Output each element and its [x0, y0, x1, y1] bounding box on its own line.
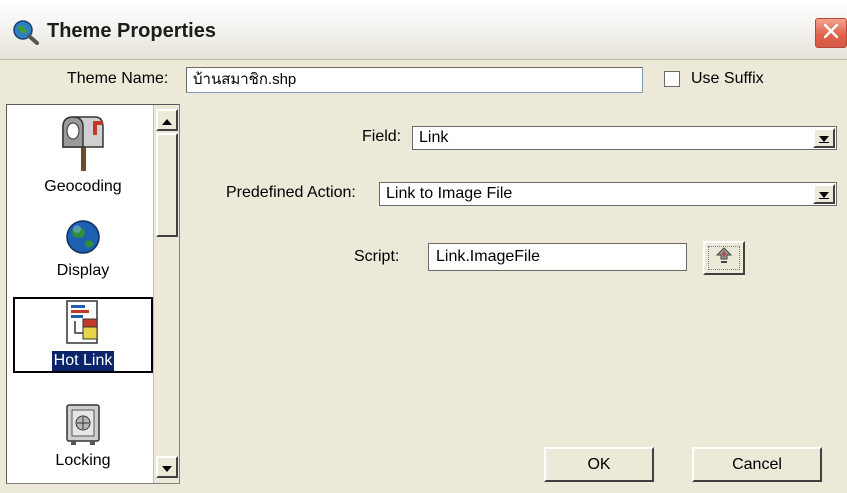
title-bar: Theme Properties	[0, 0, 847, 60]
sidebar-item-label: Locking	[55, 452, 111, 469]
sidebar-item-label: Geocoding	[44, 178, 122, 195]
mailbox-icon	[13, 113, 153, 177]
scroll-down-button[interactable]	[156, 456, 178, 478]
safe-lock-icon	[13, 401, 153, 451]
script-browse-icon	[714, 246, 734, 270]
sidebar-item-label: Display	[56, 262, 110, 279]
category-scrollbar[interactable]	[153, 105, 179, 483]
field-dropdown-button[interactable]	[813, 128, 835, 148]
triangle-up-icon	[162, 112, 172, 129]
hot-link-icon	[15, 299, 151, 351]
scroll-up-button[interactable]	[156, 109, 178, 131]
category-items: Geocoding Display Hot Link Locking	[7, 105, 153, 483]
sidebar-item-geocoding[interactable]: Geocoding	[13, 113, 153, 197]
cancel-button[interactable]: Cancel	[692, 447, 822, 482]
window-title: Theme Properties	[47, 20, 216, 42]
predefined-action-label: Predefined Action:	[226, 184, 356, 201]
field-value: Link	[419, 129, 449, 146]
script-label: Script:	[354, 248, 400, 265]
field-dropdown[interactable]: Link	[412, 126, 837, 150]
category-list: Geocoding Display Hot Link Locking	[6, 104, 180, 484]
predefined-action-dropdown-button[interactable]	[813, 184, 835, 204]
globe-magnifier-icon	[12, 19, 40, 45]
script-browse-button[interactable]	[703, 241, 745, 275]
ok-button[interactable]: OK	[544, 447, 654, 482]
use-suffix-label: Use Suffix	[691, 70, 764, 87]
use-suffix-checkbox[interactable]	[664, 71, 680, 87]
chevron-down-icon	[819, 186, 829, 203]
chevron-down-icon	[819, 130, 829, 147]
sidebar-item-hot-link[interactable]: Hot Link	[13, 297, 153, 373]
field-label: Field:	[362, 128, 402, 145]
close-button[interactable]	[815, 18, 847, 48]
sidebar-item-locking[interactable]: Locking	[13, 401, 153, 471]
predefined-action-dropdown[interactable]: Link to Image File	[379, 182, 837, 206]
sidebar-item-label: Hot Link	[51, 351, 115, 371]
globe-icon	[13, 217, 153, 261]
theme-name-label: Theme Name:	[67, 70, 169, 87]
close-icon	[822, 22, 840, 44]
script-input[interactable]: Link.ImageFile	[428, 243, 687, 271]
sidebar-item-display[interactable]: Display	[13, 217, 153, 281]
scrollbar-thumb[interactable]	[156, 133, 178, 237]
triangle-down-icon	[162, 459, 172, 476]
theme-name-input[interactable]: บ้านสมาชิก.shp	[186, 67, 643, 93]
predefined-action-value: Link to Image File	[386, 185, 513, 202]
